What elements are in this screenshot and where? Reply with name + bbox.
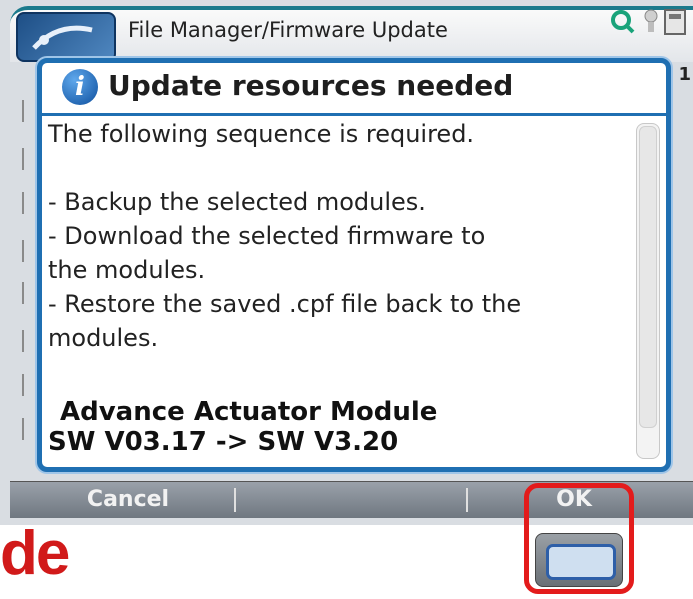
scrollbar-thumb[interactable] (639, 126, 657, 428)
tray-digit: 1 (678, 64, 691, 85)
module-version: SW V03.17 -> SW V3.20 (48, 427, 399, 457)
dialog-message: The following sequence is required. - Ba… (48, 120, 522, 352)
module-name: Advance Actuator Module (60, 397, 438, 427)
window-title: File Manager/Firmware Update (128, 18, 448, 42)
brand-logo: de (0, 519, 70, 588)
softkey-separator (466, 488, 468, 512)
info-icon: i (62, 69, 98, 105)
update-dialog: i Update resources needed The following … (37, 58, 671, 472)
app-logo-icon (16, 12, 116, 62)
dialog-scrollbar[interactable] (636, 123, 660, 459)
dialog-title: Update resources needed (108, 69, 514, 102)
softkey-separator (234, 488, 236, 512)
dialog-header: i Update resources needed (42, 63, 666, 116)
status-tray (603, 6, 691, 38)
search-icon (611, 9, 686, 35)
ok-hardware-button[interactable] (535, 533, 623, 587)
background-list (10, 92, 36, 462)
device-screen: File Manager/Firmware Update 1 i Update … (0, 0, 693, 525)
dialog-body: The following sequence is required. - Ba… (48, 117, 628, 457)
cancel-softkey[interactable]: Cancel (30, 482, 226, 518)
hardware-button-face (546, 544, 616, 580)
